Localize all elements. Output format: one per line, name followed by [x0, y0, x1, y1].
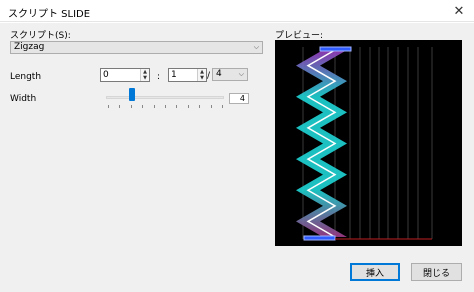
- length-beat-value: 1: [171, 70, 177, 80]
- close-window-icon[interactable]: ✕: [444, 0, 474, 22]
- width-slider-ticks: [108, 105, 223, 108]
- script-select-value: Zigzag: [14, 42, 45, 52]
- spin-down-icon[interactable]: ▼: [141, 75, 149, 81]
- spinner-buttons[interactable]: ▲ ▼: [197, 69, 206, 81]
- width-slider-thumb[interactable]: [128, 88, 135, 101]
- preview-canvas: [275, 40, 462, 246]
- length-beat-spinner[interactable]: 1 ▲ ▼: [168, 68, 207, 82]
- slider-tick: [165, 105, 166, 108]
- length-start-value: 0: [103, 70, 109, 80]
- slider-tick: [176, 105, 178, 108]
- script-select[interactable]: Zigzag ⌵: [10, 41, 263, 54]
- zigzag-band: [296, 50, 347, 237]
- slider-tick: [222, 105, 223, 108]
- width-slider-track[interactable]: [106, 96, 224, 99]
- close-button[interactable]: 閉じる: [411, 263, 462, 281]
- slider-tick: [130, 105, 132, 108]
- preview-graphic: [296, 46, 433, 241]
- length-separator: :: [157, 72, 161, 82]
- length-slash: /: [207, 71, 211, 81]
- slider-tick: [142, 105, 144, 108]
- slider-tick: [210, 105, 212, 108]
- script-label: スクリプト(S):: [10, 31, 71, 41]
- length-label: Length: [10, 72, 42, 82]
- slider-tick: [199, 105, 201, 108]
- slider-tick: [108, 105, 109, 108]
- chevron-down-icon: ⌵: [253, 43, 259, 51]
- title-bar: スクリプト SLIDE ✕: [0, 0, 474, 22]
- width-value-box: 4: [229, 93, 249, 104]
- slider-tick: [153, 105, 155, 108]
- spin-down-icon[interactable]: ▼: [198, 75, 206, 81]
- dialog-body: スクリプト(S): Zigzag ⌵ Length 0 ▲ ▼ : 1 ▲ ▼ …: [0, 23, 474, 292]
- slider-tick: [187, 105, 189, 108]
- length-start-spinner[interactable]: 0 ▲ ▼: [100, 68, 150, 82]
- end-marker: [303, 235, 336, 241]
- length-denominator-value: 4: [216, 69, 222, 79]
- start-marker: [319, 46, 352, 52]
- slider-tick: [119, 105, 121, 108]
- insert-button[interactable]: 挿入: [350, 263, 400, 281]
- window-title: スクリプト SLIDE: [8, 9, 91, 20]
- spinner-buttons[interactable]: ▲ ▼: [140, 69, 149, 81]
- length-denominator-select[interactable]: 4 ⌵: [212, 68, 248, 81]
- width-label: Width: [10, 94, 37, 104]
- chevron-down-icon: ⌵: [238, 70, 244, 78]
